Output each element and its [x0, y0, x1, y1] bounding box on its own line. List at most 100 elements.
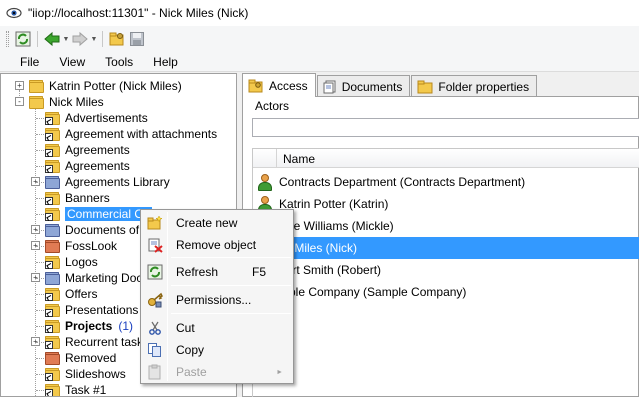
tree-line — [36, 310, 44, 311]
folder-icon — [45, 239, 61, 253]
tree-line — [36, 390, 44, 391]
tree-item[interactable]: Katrin Potter (Nick Miles) — [29, 78, 182, 94]
menu-item-label: Create new — [176, 216, 238, 230]
tree-item-label: Katrin Potter (Nick Miles) — [49, 79, 182, 93]
tree-line — [36, 326, 44, 327]
back-dropdown-arrow-icon[interactable]: ▼ — [62, 29, 70, 49]
actor-row[interactable]: ckle Williams (Mickle) — [253, 215, 639, 237]
menu-tools[interactable]: Tools — [95, 55, 143, 69]
menu-item-paste[interactable]: Paste ► — [143, 361, 291, 383]
tree-item[interactable]: Banners — [45, 190, 110, 206]
tree-item[interactable]: Slideshows — [45, 366, 126, 382]
menu-file[interactable]: File — [10, 55, 49, 69]
actor-name: Katrin Potter (Katrin) — [279, 197, 389, 211]
tree-item-label: Agreements — [65, 143, 130, 157]
back-button[interactable] — [42, 29, 62, 49]
permissions-icon — [147, 292, 163, 308]
tree-item-label: Advertisements — [65, 111, 148, 125]
tab-access-label: Access — [269, 78, 308, 93]
folder-shortcut-icon — [45, 143, 61, 157]
menu-item-remove-object[interactable]: Remove object — [143, 234, 291, 256]
tree-item[interactable]: Nick Miles — [29, 94, 104, 110]
tree-item[interactable]: Logos — [45, 254, 98, 270]
tree-item-label: Documents of t — [65, 223, 146, 237]
tab-documents[interactable]: Documents — [316, 75, 411, 97]
tree-item[interactable]: Offers — [45, 286, 97, 302]
menu-item-permissions[interactable]: Permissions... — [143, 289, 291, 311]
folder-options-button[interactable] — [107, 29, 127, 49]
tree-item[interactable]: Presentations — [45, 302, 138, 318]
tree-expander-icon[interactable]: - — [15, 97, 24, 106]
actor-row[interactable]: ck Miles (Nick) — [253, 237, 639, 259]
toolbar-separator — [37, 31, 38, 47]
tree-item[interactable]: Agreement with attachments — [45, 126, 217, 142]
library-folder-icon — [45, 175, 61, 189]
tree-item[interactable]: Agreements — [45, 142, 130, 158]
refresh-button[interactable] — [13, 29, 33, 49]
tree-item-label: Recurrent tasks — [65, 335, 150, 349]
tree-item[interactable]: Advertisements — [45, 110, 148, 126]
tree-item[interactable]: Marketing Docu — [45, 270, 149, 286]
submenu-arrow-icon: ► — [276, 368, 283, 376]
cut-icon — [147, 320, 163, 336]
forward-arrow-icon — [72, 31, 88, 47]
tree-item[interactable]: Removed — [45, 350, 116, 366]
actor-row[interactable]: bert Smith (Robert) — [253, 259, 639, 281]
toolbar-grip[interactable] — [6, 31, 9, 47]
tree-item-count: (1) — [118, 319, 134, 333]
menu-item-create-new[interactable]: Create new — [143, 212, 291, 234]
folder-shortcut-icon — [45, 335, 61, 349]
menu-item-cut[interactable]: Cut — [143, 317, 291, 339]
tree-item[interactable]: Agreements — [45, 158, 130, 174]
tree-item[interactable]: Projects (1) — [45, 318, 133, 334]
window-title: "iiop://localhost:11301" - Nick Miles (N… — [28, 6, 249, 20]
tree-item[interactable]: Commercial Off — [45, 206, 153, 222]
menu-item-label: Remove object — [176, 238, 257, 252]
tab-access[interactable]: Access — [242, 73, 316, 97]
key-folder-icon — [248, 79, 263, 92]
refresh-icon — [15, 31, 31, 47]
column-divider[interactable] — [276, 149, 277, 168]
menu-item-label: Permissions... — [176, 293, 252, 307]
forward-button[interactable] — [70, 29, 90, 49]
actors-filter-input[interactable] — [252, 118, 639, 137]
forward-dropdown-arrow-icon[interactable]: ▼ — [90, 29, 98, 49]
tree-line — [36, 278, 44, 279]
tree-item-label: FossLook — [65, 239, 118, 253]
tree-line — [36, 374, 44, 375]
actor-row[interactable]: Contracts Department (Contracts Departme… — [253, 171, 639, 193]
menu-help[interactable]: Help — [143, 55, 188, 69]
menu-item-copy[interactable]: Copy — [143, 339, 291, 361]
tree-line — [36, 262, 44, 263]
menu-item-label: Refresh — [176, 265, 219, 279]
folder-shortcut-icon — [45, 303, 61, 317]
documents-icon — [323, 80, 336, 93]
actor-row[interactable]: Katrin Potter (Katrin) — [253, 193, 639, 215]
eye-app-icon — [6, 7, 22, 19]
actor-name: ckle Williams (Mickle) — [279, 219, 394, 233]
menu-item-shortcut: F5 — [252, 265, 267, 279]
folder-shortcut-icon — [45, 287, 61, 301]
tree-expander-icon[interactable]: + — [15, 81, 24, 90]
actors-label: Actors — [255, 99, 290, 113]
menu-view[interactable]: View — [49, 55, 95, 69]
tree-line — [36, 214, 44, 215]
column-header-name[interactable]: Name — [283, 152, 315, 166]
actor-row[interactable]: mple Company (Sample Company) — [253, 281, 639, 303]
tree-item-label: Task #1 — [65, 383, 107, 397]
tree-item[interactable]: Task #1 — [45, 382, 107, 397]
folder-key-icon — [109, 32, 124, 46]
tree-item-label: Agreements Library — [65, 175, 170, 189]
tree-item[interactable]: Recurrent tasks — [45, 334, 149, 350]
menu-item-refresh[interactable]: Refresh F5 — [143, 261, 291, 283]
tree-item[interactable]: Agreements Library — [45, 174, 170, 190]
tab-folder-properties[interactable]: Folder properties — [411, 75, 538, 97]
folder-icon — [29, 95, 45, 109]
remove-icon — [147, 237, 163, 253]
tree-item[interactable]: Documents of t — [45, 222, 146, 238]
tree-item-label: Offers — [65, 287, 98, 301]
actors-grid[interactable]: Name Contracts Department (Contracts Dep… — [252, 148, 639, 397]
actor-name: bert Smith (Robert) — [279, 263, 382, 277]
save-button[interactable] — [127, 29, 147, 49]
tree-item[interactable]: FossLook — [45, 238, 117, 254]
